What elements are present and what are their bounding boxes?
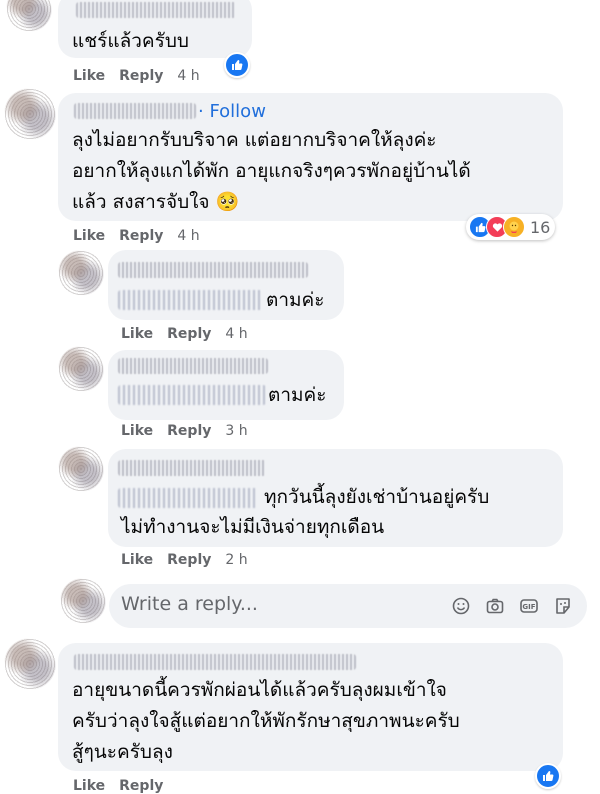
- comment-text: ไม่ทำงานจะไม่มีเงินจ่ายทุกเดือน: [121, 516, 385, 538]
- reply-button[interactable]: Reply: [167, 423, 211, 439]
- commenter-name[interactable]: [74, 654, 356, 670]
- like-button[interactable]: Like: [73, 228, 105, 244]
- replier-avatar[interactable]: [58, 446, 104, 492]
- commenter-name[interactable]: [74, 103, 196, 119]
- mention-tag[interactable]: [118, 385, 266, 405]
- comment-text: ตามค่ะ: [266, 289, 325, 311]
- current-user-avatar: [60, 578, 106, 624]
- comment-text: สู้ๆนะครับลุง: [72, 741, 173, 763]
- camera-icon[interactable]: [485, 596, 505, 620]
- like-reaction-icon[interactable]: [224, 52, 250, 78]
- sticker-icon[interactable]: [553, 596, 573, 620]
- follow-link[interactable]: · Follow: [198, 101, 266, 122]
- like-button[interactable]: Like: [121, 552, 153, 568]
- comment-actions: Like Reply 4 h: [121, 326, 248, 342]
- comment-text: ทุกวันนี้ลุงยังเช่าบ้านอยู่ครับ: [264, 486, 490, 508]
- like-button[interactable]: Like: [121, 423, 153, 439]
- reply-toolbar: GIF: [451, 596, 573, 620]
- replier-avatar[interactable]: [58, 346, 104, 392]
- comment-text: อยากให้ลุงแกได้พัก อายุแกจริงๆควรพักอยู่…: [72, 160, 471, 182]
- reaction-summary[interactable]: 16: [466, 214, 556, 240]
- comment-text: ลุงไม่อยากรับบริจาค แต่อยากบริจาคให้ลุงค…: [72, 129, 437, 151]
- like-reaction-icon[interactable]: [535, 763, 561, 789]
- reply-button[interactable]: Reply: [119, 778, 163, 794]
- reply-placeholder: Write a reply...: [121, 593, 258, 615]
- replier-avatar[interactable]: [58, 250, 104, 296]
- comment-actions: Like Reply 4 h: [73, 68, 200, 84]
- commenter-avatar[interactable]: [4, 88, 56, 140]
- svg-text:GIF: GIF: [522, 603, 535, 611]
- commenter-name[interactable]: [118, 358, 268, 374]
- comment-timestamp[interactable]: 3 h: [225, 423, 247, 439]
- emoji-icon[interactable]: [451, 596, 471, 620]
- mention-tag[interactable]: [118, 290, 262, 310]
- reply-input[interactable]: Write a reply... GIF: [109, 584, 587, 628]
- comment-text: ตามค่ะ: [268, 384, 327, 406]
- comment-actions: Like Reply: [73, 778, 163, 794]
- care-reaction-icon: [503, 216, 525, 238]
- like-button[interactable]: Like: [73, 68, 105, 84]
- reply-button[interactable]: Reply: [167, 326, 211, 342]
- commenter-avatar[interactable]: [6, 0, 52, 32]
- comment-actions: Like Reply 3 h: [121, 423, 248, 439]
- like-button[interactable]: Like: [121, 326, 153, 342]
- comment-timestamp[interactable]: 4 h: [177, 228, 199, 244]
- reply-button[interactable]: Reply: [167, 552, 211, 568]
- comment-text: ครับว่าลุงใจสู้แต่อยากให้พักรักษาสุขภาพน…: [72, 710, 460, 732]
- commenter-name[interactable]: [118, 460, 266, 476]
- comment-timestamp[interactable]: 2 h: [225, 552, 247, 568]
- comment-text: แล้ว สงสารจับใจ 🥺: [72, 191, 240, 213]
- comment-timestamp[interactable]: 4 h: [177, 68, 199, 84]
- mention-tag[interactable]: [118, 488, 258, 508]
- gif-icon[interactable]: GIF: [519, 596, 539, 620]
- commenter-name[interactable]: [118, 262, 308, 278]
- commenter-name[interactable]: [76, 2, 236, 18]
- commenter-avatar[interactable]: [4, 638, 56, 690]
- comment-timestamp[interactable]: 4 h: [225, 326, 247, 342]
- reaction-count: 16: [530, 217, 551, 237]
- reply-button[interactable]: Reply: [119, 228, 163, 244]
- comment-actions: Like Reply 4 h: [73, 228, 200, 244]
- comment-actions: Like Reply 2 h: [121, 552, 248, 568]
- reply-button[interactable]: Reply: [119, 68, 163, 84]
- comment-text: แชร์แล้วครับบ: [72, 30, 189, 52]
- like-button[interactable]: Like: [73, 778, 105, 794]
- comment-text: อายุขนาดนี้ควรพักผ่อนได้แล้วครับลุงผมเข้…: [72, 679, 447, 701]
